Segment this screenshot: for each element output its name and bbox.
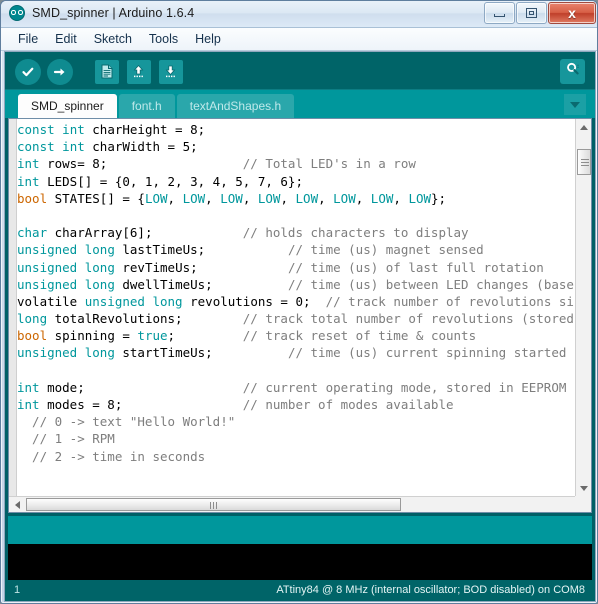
menu-item-edit[interactable]: Edit	[47, 30, 85, 48]
title-bar-left: SMD_spinner | Arduino 1.6.4	[9, 5, 194, 21]
tab-text-and-shapes-h[interactable]: textAndShapes.h	[176, 94, 295, 118]
code-line: long totalRevolutions; // track total nu…	[17, 311, 574, 327]
tab-smd-spinner[interactable]: SMD_spinner	[18, 94, 117, 118]
window-title: SMD_spinner | Arduino 1.6.4	[32, 6, 195, 20]
minimize-button[interactable]	[484, 2, 515, 24]
open-button[interactable]	[125, 58, 152, 85]
vertical-scroll-thumb[interactable]	[577, 149, 591, 175]
tab-list: SMD_spinner font.h textAndShapes.h	[18, 94, 295, 118]
ide-client-area: SMD_spinner font.h textAndShapes.h const…	[4, 51, 596, 602]
minimize-icon	[494, 14, 505, 17]
code-line: volatile unsigned long revolutions = 0; …	[17, 293, 574, 309]
serial-monitor-button[interactable]	[560, 59, 585, 84]
menu-item-tools[interactable]: Tools	[141, 30, 186, 48]
line-number-indicator: 1	[14, 584, 21, 596]
code-line: int LEDS[] = {0, 1, 2, 3, 4, 5, 7, 6};	[17, 173, 303, 189]
title-bar: SMD_spinner | Arduino 1.6.4 x	[1, 1, 597, 28]
triangle-left-icon	[14, 500, 20, 509]
code-line: unsigned long lastTimeUs; // time (us) m…	[17, 242, 484, 258]
maximize-icon	[526, 8, 537, 18]
save-button[interactable]	[157, 58, 184, 85]
chevron-down-icon	[570, 101, 580, 108]
verify-button[interactable]	[14, 58, 41, 85]
code-line: int rows= 8; // Total LED's in a row	[17, 156, 416, 172]
editor-vertical-scrollbar[interactable]	[575, 119, 591, 496]
menu-item-file[interactable]: File	[10, 30, 46, 48]
arrow-down-icon	[158, 59, 183, 84]
code-editor[interactable]: const int charHeight = 8; const int charW…	[8, 118, 592, 513]
code-line: // 2 -> time in seconds	[17, 448, 206, 464]
code-line: unsigned long startTimeUs; // time (us) …	[17, 345, 567, 361]
triangle-up-icon	[580, 124, 588, 130]
triangle-down-icon	[580, 485, 588, 491]
close-icon: x	[568, 5, 576, 21]
code-line: int modes = 8; // number of modes availa…	[17, 397, 454, 412]
tab-strip: SMD_spinner font.h textAndShapes.h	[5, 90, 595, 118]
menu-bar: File Edit Sketch Tools Help	[1, 28, 597, 51]
check-icon	[14, 58, 41, 85]
status-message-strip	[8, 516, 592, 544]
scroll-down-button[interactable]	[576, 480, 591, 496]
scroll-left-button[interactable]	[9, 497, 25, 512]
tab-menu-button[interactable]	[564, 94, 586, 115]
arrow-up-icon	[126, 59, 151, 84]
magnifier-icon	[565, 61, 581, 82]
board-info-label: ATtiny84 @ 8 MHz (internal oscillator; B…	[276, 584, 585, 596]
new-button[interactable]	[93, 58, 120, 85]
editor-horizontal-scrollbar[interactable]	[9, 496, 586, 512]
scrollbar-corner	[575, 496, 591, 512]
scroll-up-button[interactable]	[576, 119, 591, 135]
scroll-grip-icon	[581, 159, 589, 160]
upload-button[interactable]	[46, 58, 73, 85]
code-line: char charArray[6]; // holds characters t…	[17, 225, 469, 241]
editor-gutter	[9, 119, 17, 512]
code-line: unsigned long dwellTimeUs; // time (us) …	[17, 276, 574, 292]
toolbar-buttons	[14, 58, 184, 85]
toolbar	[5, 52, 595, 90]
arduino-ide-window: SMD_spinner | Arduino 1.6.4 x File Edit …	[0, 0, 598, 604]
tab-font-h[interactable]: font.h	[118, 94, 175, 118]
horizontal-scroll-thumb[interactable]	[26, 498, 401, 511]
menu-item-sketch[interactable]: Sketch	[86, 30, 140, 48]
editor-code-text[interactable]: const int charHeight = 8; const int charW…	[17, 121, 574, 495]
code-line: const int charWidth = 5;	[17, 139, 198, 155]
arrow-right-icon	[46, 58, 73, 85]
code-line: // 0 -> text "Hello World!"	[17, 414, 236, 430]
menu-item-help[interactable]: Help	[187, 30, 229, 48]
arduino-logo-icon	[9, 5, 25, 21]
status-bar: 1 ATtiny84 @ 8 MHz (internal oscillator;…	[5, 580, 595, 601]
code-line: const int charHeight = 8;	[17, 122, 206, 137]
close-button[interactable]: x	[548, 2, 596, 24]
code-line: bool STATES[] = {LOW, LOW, LOW, LOW, LOW…	[17, 190, 447, 206]
code-line: // 1 -> RPM	[17, 431, 115, 447]
window-controls: x	[483, 2, 596, 24]
scroll-grip-icon	[209, 502, 211, 509]
code-line: bool spinning = true; // track reset of …	[17, 328, 477, 344]
new-document-icon	[94, 59, 119, 84]
maximize-button[interactable]	[516, 2, 547, 24]
code-line: unsigned long revTimeUs; // time (us) of…	[17, 259, 544, 275]
code-line: int mode; // current operating mode, sto…	[17, 379, 567, 395]
